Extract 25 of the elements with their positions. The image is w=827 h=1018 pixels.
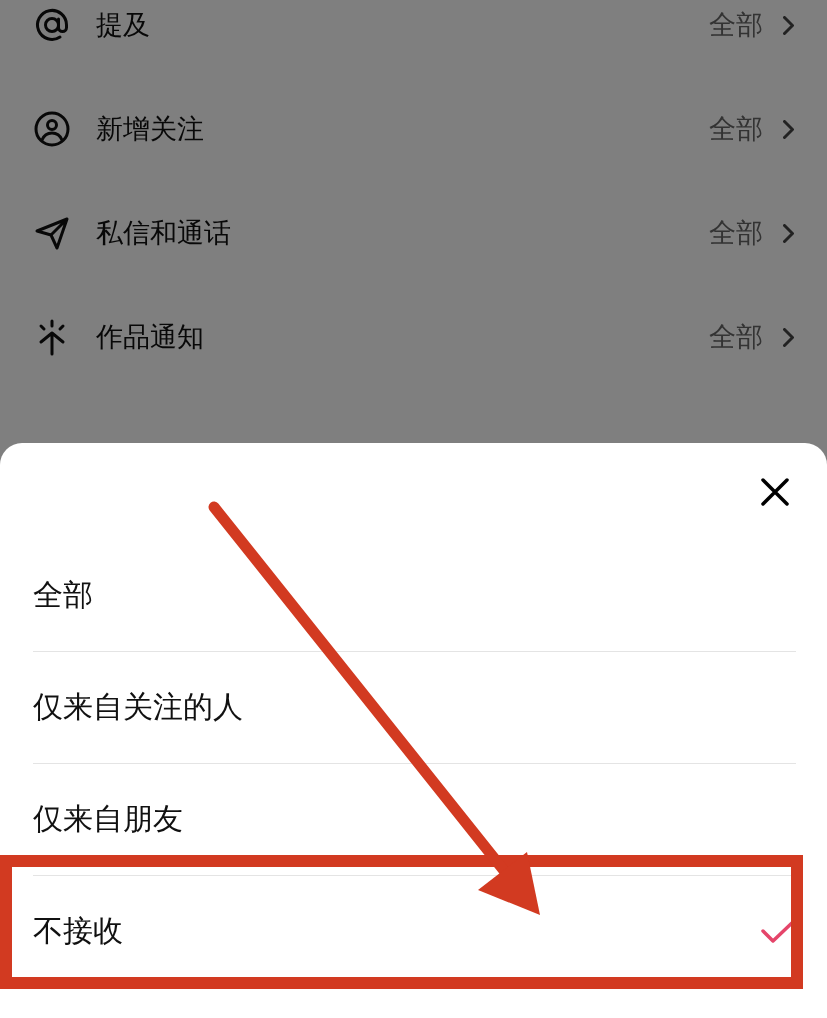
option-item[interactable]: 仅来自关注的人 xyxy=(33,651,796,763)
chevron-icon xyxy=(783,15,794,35)
close-icon[interactable] xyxy=(760,476,790,507)
settings-row[interactable]: 作品通知 全部 xyxy=(0,285,827,389)
option-label: 仅来自关注的人 xyxy=(33,688,243,726)
option-item[interactable]: 全部 xyxy=(33,540,796,651)
row-value: 全部 xyxy=(709,112,763,146)
chevron-icon xyxy=(783,223,794,243)
row-label: 新增关注 xyxy=(96,112,205,146)
chevron-icon xyxy=(783,119,794,139)
settings-row[interactable]: 新增关注 全部 xyxy=(0,77,827,181)
option-label: 仅来自朋友 xyxy=(33,800,183,838)
user-icon xyxy=(33,110,71,148)
row-value: 全部 xyxy=(709,8,763,42)
row-label: 私信和通话 xyxy=(96,216,232,250)
row-label: 作品通知 xyxy=(96,320,205,354)
row-value: 全部 xyxy=(709,320,763,354)
option-label: 全部 xyxy=(33,576,93,614)
settings-row[interactable]: 提及 全部 xyxy=(0,0,827,77)
settings-row[interactable]: 私信和通话 全部 xyxy=(0,181,827,285)
row-label: 提及 xyxy=(96,8,151,42)
chevron-icon xyxy=(783,327,794,347)
row-value: 全部 xyxy=(709,216,763,250)
option-label: 不接收 xyxy=(33,912,123,950)
at-icon xyxy=(33,6,71,44)
